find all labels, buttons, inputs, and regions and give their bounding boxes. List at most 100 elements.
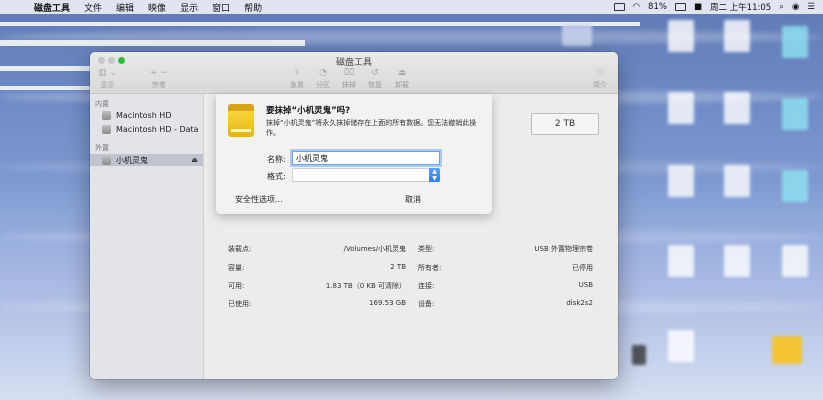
table-row: 容量: 2 TB 所有者: 已停用	[205, 263, 618, 275]
info-label: 所有者:	[418, 264, 442, 272]
unmount-label: 卸载	[395, 81, 409, 89]
name-label: 名称:	[267, 155, 286, 164]
partition-label: 分区	[316, 81, 330, 89]
desktop-file-icon[interactable]	[668, 92, 694, 124]
info-value: 2 TB	[390, 263, 406, 271]
menu-view[interactable]: 显示	[180, 1, 198, 14]
toolbar: 磁盘工具 ▥ ⌄ 显示 + − 宗卷 ⚕ 急救 ◔ 分区 ⌧ 抹掉 ↺ 恢复 ⏏…	[90, 52, 618, 94]
info-label: 类型:	[418, 245, 435, 253]
info-value: 1.83 TB（0 KB 可清除）	[325, 282, 406, 290]
first-aid-button[interactable]: ⚕ 急救	[290, 68, 304, 90]
erase-dialog-title: 要抹掉“小机灵鬼”吗?	[266, 106, 351, 116]
desktop-file-icon[interactable]	[668, 330, 694, 362]
volume-button[interactable]: + − 宗卷	[150, 68, 168, 90]
desktop-screenshot-icon[interactable]	[632, 345, 646, 365]
desktop-file-icon[interactable]	[782, 245, 808, 277]
desktop-drive-icon[interactable]	[772, 336, 802, 364]
desktop-file-icon[interactable]	[724, 165, 750, 197]
notification-center-icon[interactable]: ☰	[807, 2, 815, 12]
plus-minus-icon: + −	[150, 68, 168, 78]
format-select[interactable]: ▲ ▼	[292, 168, 440, 182]
desktop-file-icon[interactable]	[724, 245, 750, 277]
restore-label: 恢复	[368, 81, 382, 89]
menu-help[interactable]: 帮助	[244, 1, 262, 14]
info-label: 连接:	[418, 282, 435, 290]
sidebar: 内置 Macintosh HD Macintosh HD - Data 外置 小…	[90, 94, 204, 379]
view-label: 显示	[100, 81, 115, 89]
desktop-file-icon[interactable]	[668, 165, 694, 197]
sidebar-item-label: Macintosh HD - Data	[116, 124, 199, 134]
desktop-glitch-bar	[0, 22, 640, 26]
table-row: 装载点: /Volumes/小机灵鬼 类型: USB 外置物理宗卷	[205, 244, 618, 256]
desktop-file-icon[interactable]	[724, 20, 750, 52]
sidebar-item-macintosh-hd[interactable]: Macintosh HD	[90, 109, 203, 121]
security-options-button[interactable]: 安全性选项...	[235, 194, 283, 205]
partition-button[interactable]: ◔ 分区	[316, 68, 330, 90]
info-label: 已使用:	[228, 300, 252, 308]
restore-icon: ↺	[371, 68, 379, 78]
unmount-button[interactable]: ⏏ 卸载	[395, 68, 409, 90]
info-label: 装载点:	[228, 245, 252, 253]
sidebar-header-internal: 内置	[95, 100, 109, 108]
wifi-icon[interactable]: ◠	[633, 2, 640, 12]
input-source-icon[interactable]: ■	[694, 2, 702, 12]
search-icon[interactable]: ⌕	[779, 2, 784, 12]
erase-icon: ⌧	[343, 68, 355, 78]
pie-icon: ◔	[319, 68, 327, 78]
desktop-file-icon[interactable]	[668, 20, 694, 52]
menu-disk-utility[interactable]: 磁盘工具	[34, 1, 70, 14]
info-value: /Volumes/小机灵鬼	[343, 245, 406, 253]
sidebar-item-external-drive[interactable]: 小机灵鬼 ⏏	[90, 154, 203, 166]
menu-clock[interactable]: 周二 上午11:05	[710, 1, 771, 13]
desktop-screenshot-icon[interactable]	[562, 24, 592, 46]
airplay-icon[interactable]	[613, 3, 625, 11]
menu-bar: 磁盘工具 文件 编辑 映像 显示 窗口 帮助 ◠ 81% ■ 周二 上午11:0…	[0, 0, 823, 14]
info-value: 169.53 GB	[369, 299, 406, 307]
view-button[interactable]: ▥ ⌄ 显示	[98, 68, 117, 90]
info-label: 可用:	[228, 282, 245, 290]
status-area: ◠ 81% ■ 周二 上午11:05 ⌕ ◉ ☰	[613, 0, 815, 14]
battery-percent[interactable]: 81%	[648, 2, 667, 12]
desktop-folder-icon[interactable]	[782, 170, 808, 202]
desktop-folder-icon[interactable]	[782, 26, 808, 58]
menu-file[interactable]: 文件	[84, 1, 102, 14]
disk-icon	[102, 124, 111, 134]
menu-image[interactable]: 映像	[148, 1, 166, 14]
restore-button[interactable]: ↺ 恢复	[368, 68, 382, 90]
name-field[interactable]	[292, 151, 440, 165]
volume-label: 宗卷	[151, 81, 166, 89]
info-button[interactable]: ⓘ 简介	[593, 68, 607, 90]
info-icon: ⓘ	[595, 68, 605, 78]
eject-icon[interactable]: ⏏	[191, 156, 198, 164]
desktop-folder-icon[interactable]	[782, 98, 808, 130]
info-value: 已停用	[572, 264, 593, 272]
info-value: USB 外置物理宗卷	[534, 245, 593, 253]
battery-icon[interactable]	[674, 3, 686, 11]
user-icon[interactable]: ◉	[792, 2, 799, 12]
desktop-file-icon[interactable]	[724, 92, 750, 124]
menu-edit[interactable]: 编辑	[116, 1, 134, 14]
format-label: 格式:	[267, 172, 286, 181]
info-label: 设备:	[418, 300, 435, 308]
sidebar-item-label: Macintosh HD	[116, 110, 172, 120]
info-label: 简介	[593, 81, 607, 89]
table-row: 可用: 1.83 TB（0 KB 可清除） 连接: USB	[205, 281, 618, 293]
sidebar-icon: ▥ ⌄	[98, 68, 117, 78]
erase-label: 抹掉	[342, 81, 356, 89]
first-aid-label: 急救	[290, 81, 304, 89]
eject-icon: ⏏	[397, 68, 407, 78]
erase-dialog-description: 抹掉“小机灵鬼”将永久抹掉储存在上面的所有数据。您无法撤销此操作。	[266, 119, 477, 137]
sidebar-header-external: 外置	[95, 144, 109, 152]
cancel-button[interactable]: 取消	[405, 194, 421, 205]
desktop-glitch-bar	[0, 40, 305, 46]
erase-button[interactable]: ⌧ 抹掉	[342, 68, 356, 90]
desktop-file-icon[interactable]	[668, 245, 694, 277]
info-value: USB	[578, 281, 593, 289]
sidebar-item-label: 小机灵鬼	[116, 155, 148, 165]
chevron-up-down-icon: ▲ ▼	[429, 168, 440, 182]
disk-icon	[102, 110, 111, 120]
window-title: 磁盘工具	[335, 58, 372, 68]
table-row: 已使用: 169.53 GB 设备: disk2s2	[205, 299, 618, 311]
menu-window[interactable]: 窗口	[212, 1, 230, 14]
sidebar-item-macintosh-hd-data[interactable]: Macintosh HD - Data	[90, 123, 203, 135]
